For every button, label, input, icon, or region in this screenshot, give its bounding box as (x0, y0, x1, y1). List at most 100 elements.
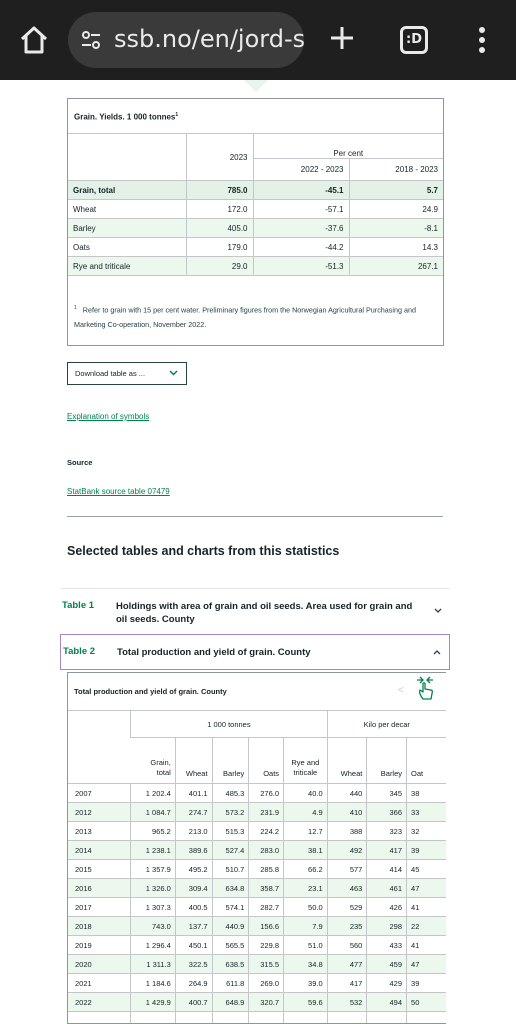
statbank-source-link[interactable]: StatBank source table 07479 (67, 487, 170, 496)
value-cell: 1 084.7 (130, 802, 176, 822)
value-cell: 50.0 (283, 897, 328, 917)
value-cell: 463 (326, 878, 367, 898)
value-cell: 1 296.4 (130, 935, 176, 955)
value-cell: 1 184.6 (130, 973, 176, 993)
table-row: Oats 179.0 -44.2 14.3 (68, 237, 443, 257)
header-empty (68, 133, 186, 181)
value-cell: 224.2 (248, 821, 284, 841)
table-row: 2020 1 311.3 322.5 638.5 315.5 34.8 477 459 47 (68, 954, 446, 974)
value-cell: 12.7 (283, 821, 328, 841)
address-bar[interactable]: ssb.no/en/jord-sk (68, 12, 304, 68)
year-cell: 2007 (68, 783, 131, 803)
chevron-down-icon (169, 370, 178, 376)
section-title: Selected tables and charts from this sta… (67, 544, 340, 558)
table-row: Barley 405.0 -37.6 -8.1 (68, 218, 443, 238)
column-group-per-cent: Per cent (252, 133, 443, 159)
value-cell: 23.1 (283, 878, 328, 898)
value-cell: 345 (366, 783, 407, 803)
value-cell: 495.2 (174, 859, 213, 879)
table-row: 2017 1 307.3 400.5 574.1 282.7 50.0 529 426 41 (68, 897, 446, 917)
value-cell: 515.3 (211, 821, 249, 841)
value-cell: 137.7 (174, 916, 213, 936)
accordion-table-2[interactable]: Table 2 Total production and yield of gr… (60, 634, 450, 670)
value-cell: 527.4 (211, 840, 249, 860)
accordion-title: Total production and yield of grain. Cou… (117, 647, 311, 658)
production-table-card: Total production and yield of grain. Cou… (67, 672, 446, 1024)
value-cell: 298 (366, 916, 407, 936)
table-row: 2015 1 357.9 495.2 510.7 285.8 66.2 577 414 45 (68, 859, 446, 879)
value-cell (211, 1011, 249, 1023)
value-cell: 41 (406, 897, 446, 917)
value-cell (326, 1011, 367, 1023)
value-cell: 283.0 (248, 840, 284, 860)
table-row: Grain, total 785.0 -45.1 5.7 (68, 180, 443, 200)
table-row: 2022 1 429.9 400.7 648.9 320.7 59.6 532 494 50 (68, 992, 446, 1012)
table-row: 2016 1 326.0 309.4 634.8 358.7 23.1 463 461 47 (68, 878, 446, 898)
swipe-hand-icon (417, 676, 433, 700)
value-cell: 494 (366, 992, 407, 1012)
chevron-down-icon (434, 608, 442, 613)
value-cell: 400.7 (174, 992, 213, 1012)
year-cell: 2020 (68, 954, 131, 974)
value-cell: 264.9 (174, 973, 213, 993)
value-cell: 1 311.3 (130, 954, 176, 974)
value-cell: 417 (366, 840, 407, 860)
value-cell: 477 (326, 954, 367, 974)
value-cell: 429 (366, 973, 407, 993)
column-header: Wheat (326, 737, 367, 784)
value-cell: 401.1 (174, 783, 213, 803)
year-cell: 2018 (68, 916, 131, 936)
year-cell: 2016 (68, 878, 131, 898)
value-cell: 410 (326, 802, 367, 822)
value-cell: 433 (366, 935, 407, 955)
column-header: Rye and triticale (283, 737, 328, 784)
explanation-of-symbols-link[interactable]: Explanation of symbols (67, 412, 149, 421)
value-cell: 560 (326, 935, 367, 955)
value-cell: 574.1 (211, 897, 249, 917)
column-header-change-1: 2022 - 2023 (252, 158, 349, 181)
tab-switcher-button[interactable]: :D (400, 26, 428, 54)
site-settings-icon[interactable] (80, 29, 102, 51)
value-cell: 485.3 (211, 783, 249, 803)
value-cell: 1 307.3 (130, 897, 176, 917)
value-cell: 47 (406, 954, 446, 974)
value-cell (68, 1011, 131, 1023)
more-menu-icon[interactable] (474, 24, 490, 56)
value-cell: 565.5 (211, 935, 249, 955)
value-cell (283, 1011, 328, 1023)
table-caption: Grain. Yields. 1 000 tonnes1 (74, 112, 179, 122)
value-cell: 50 (406, 992, 446, 1012)
column-header: Grain, total (130, 737, 176, 784)
value-cell: 573.2 (211, 802, 249, 822)
value-cell: 213.0 (174, 821, 213, 841)
column-header: Barley (211, 737, 249, 784)
accordion-table-1[interactable]: Table 1 Holdings with area of grain and … (60, 588, 450, 630)
value-cell: 41 (406, 935, 446, 955)
url-text[interactable]: ssb.no/en/jord-sk (114, 25, 304, 53)
production-table: 1 000 tonnes Kilo per decar Grain, total… (68, 710, 446, 1023)
value-cell: 440 (326, 783, 367, 803)
year-cell: 2015 (68, 859, 131, 879)
value-cell (248, 1011, 284, 1023)
value-cell: 51.0 (283, 935, 328, 955)
column-header-change-2: 2018 - 2023 (348, 158, 443, 181)
value-cell: 358.7 (248, 878, 284, 898)
value-cell (174, 1011, 213, 1023)
table-row (68, 1011, 446, 1023)
value-cell: 532 (326, 992, 367, 1012)
divider (67, 516, 443, 517)
value-cell: 39 (406, 973, 446, 993)
value-cell: 45 (406, 859, 446, 879)
value-cell: 388 (326, 821, 367, 841)
column-header: Barley (366, 737, 407, 784)
value-cell: 426 (366, 897, 407, 917)
value-cell: 39.0 (283, 973, 328, 993)
table-caption: Total production and yield of grain. Cou… (74, 687, 227, 696)
new-tab-icon[interactable] (326, 22, 358, 54)
scroll-left-icon[interactable]: < (398, 685, 404, 696)
value-cell (130, 1011, 176, 1023)
value-cell: 965.2 (130, 821, 176, 841)
value-cell: 235 (326, 916, 367, 936)
download-table-dropdown[interactable]: Download table as ... (67, 362, 187, 385)
home-icon[interactable] (18, 24, 50, 56)
